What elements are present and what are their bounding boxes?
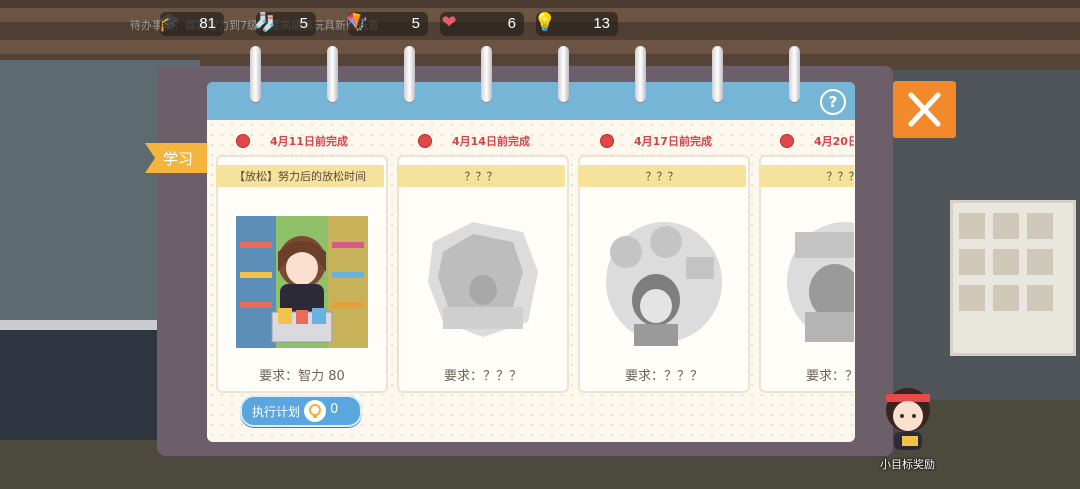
stat-value: 5	[299, 15, 308, 32]
close-icon	[908, 92, 941, 127]
toys-icon: 🪁	[345, 12, 369, 33]
binder-ring	[712, 46, 723, 102]
kitchen-counter	[0, 330, 170, 440]
notebook-header	[207, 82, 855, 120]
card-title-strip: ？？？	[397, 165, 565, 187]
stat-value: 5	[411, 15, 420, 32]
execute-plan-label: 执行计划	[252, 405, 301, 419]
card-illustration-shopping	[232, 212, 372, 352]
card-title-strip: ？？？	[759, 165, 854, 187]
card-title: ？？？	[645, 170, 679, 183]
card-requirement: 要求：智力 80	[259, 369, 345, 384]
mascot-reward-label[interactable]: 小目标奖励	[880, 456, 935, 472]
card-title-strip: ？？？	[578, 165, 746, 187]
deadline-label: 4月17日前完成	[578, 132, 746, 152]
close-button[interactable]	[893, 81, 956, 138]
wall-shelf	[950, 200, 1076, 356]
card-requirement: 要求：？？？	[805, 369, 854, 384]
plan-card-locked[interactable]: ？？？ 要求：？？？	[759, 155, 854, 393]
stat-lightbulb[interactable]: 💡 13	[534, 12, 618, 36]
plan-card-locked[interactable]: ？？？ 要求：？？？	[397, 155, 569, 393]
clock-icon	[600, 134, 614, 148]
lightbulb-icon: 💡	[533, 12, 557, 33]
card-requirement: 要求：？？？	[624, 369, 703, 384]
mascot-avatar[interactable]	[872, 380, 944, 452]
card-title: ？？？	[826, 170, 855, 183]
stat-heart[interactable]: ❤ 6	[440, 12, 524, 36]
plan-card-locked[interactable]: ？？？ 要求：？？？	[578, 155, 750, 393]
help-icon[interactable]: ?	[820, 89, 846, 115]
tab-study-label: 学习	[163, 150, 194, 168]
card-illustration-locked	[428, 222, 538, 337]
binder-ring	[558, 46, 569, 102]
heart-badge-icon: ❤	[441, 12, 457, 33]
binder-ring	[481, 46, 492, 102]
deadline-label: 4月14日前完成	[396, 132, 564, 152]
plan-card[interactable]: 【放松】努力后的放松时间 要求：智力 80	[216, 155, 388, 393]
card-requirement: 要求：？？？	[443, 369, 522, 384]
stat-value: 6	[507, 15, 516, 32]
binder-ring	[789, 46, 800, 102]
binder-ring	[250, 46, 261, 102]
execute-plan-count: 0	[330, 402, 339, 417]
plan-card-list[interactable]: 4月11日前完成 【放松】努力后的放松时间 要求：智力 80 4月14日前完成 …	[214, 127, 854, 397]
stat-sock[interactable]: 🧦 5	[254, 12, 316, 36]
deadline-label: 4月20日前完成	[758, 132, 854, 152]
card-title: 【放松】努力后的放松时间	[234, 170, 366, 183]
ceiling-beam	[0, 40, 1080, 54]
binder-ring	[404, 46, 415, 102]
binder-ring	[327, 46, 338, 102]
stat-value: 13	[593, 15, 610, 32]
clock-icon	[236, 134, 250, 148]
deadline-label: 4月11日前完成	[214, 132, 382, 152]
clock-icon	[780, 134, 794, 148]
lightbulb-icon	[304, 400, 326, 422]
graduation-cap-icon: 🎓	[157, 12, 181, 33]
card-illustration-locked	[606, 222, 722, 346]
card-title-strip: 【放松】努力后的放松时间	[216, 165, 384, 187]
card-illustration-locked	[787, 222, 854, 342]
execute-plan-button[interactable]: 执行计划 0	[240, 395, 362, 427]
clock-icon	[418, 134, 432, 148]
stat-intelligence[interactable]: 🎓 81	[158, 12, 224, 36]
sock-icon: 🧦	[253, 12, 277, 33]
binder-ring	[635, 46, 646, 102]
stat-toys[interactable]: 🪁 5	[346, 12, 428, 36]
card-title: ？？？	[464, 170, 498, 183]
stat-value: 81	[199, 15, 216, 32]
